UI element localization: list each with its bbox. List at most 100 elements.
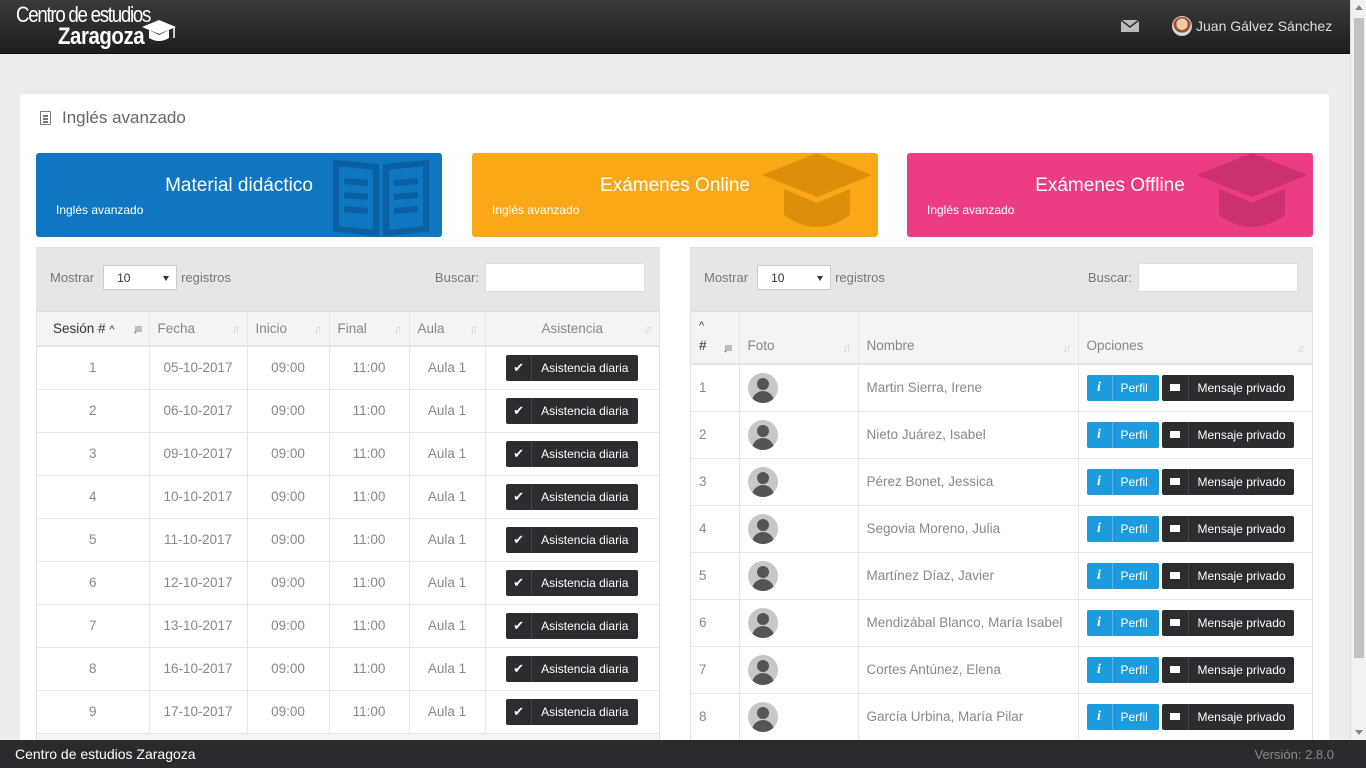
button-label: Perfil xyxy=(1120,615,1148,630)
mensaje-privado-button[interactable]: Mensaje privado xyxy=(1161,374,1294,401)
asistencia-diaria-button[interactable]: ✔ Asistencia diaria xyxy=(506,655,639,682)
sort-icon: ↓↑ xyxy=(313,321,323,336)
tile-subtitle: Inglés avanzado xyxy=(927,203,1015,217)
envelope-icon xyxy=(1162,656,1189,683)
scroll-down-arrow-icon[interactable] xyxy=(1355,730,1363,735)
cell-asistencia: ✔ Asistencia diaria xyxy=(485,389,659,433)
cell-sesion: 8 xyxy=(37,647,150,691)
cell-foto xyxy=(739,458,859,506)
cell-fecha: 10-10-2017 xyxy=(149,475,248,519)
column-header-fecha[interactable]: Fecha ↓↑ xyxy=(149,312,248,347)
cell-aula: Aula 1 xyxy=(409,346,486,390)
column-header-final[interactable]: Final ↓↑ xyxy=(329,312,410,347)
table-row: 5 11-10-2017 09:00 11:00 Aula 1 ✔ Asistencia d… xyxy=(37,518,659,562)
records-label: registros xyxy=(835,270,885,285)
cell-foto xyxy=(739,599,859,647)
cell-inicio: 09:00 xyxy=(247,604,330,648)
info-icon: i xyxy=(1087,468,1113,495)
perfil-button[interactable]: i Perfil xyxy=(1086,468,1159,495)
checkmark-icon: ✔ xyxy=(506,612,533,639)
table-controls: Mostrar 10 registros Buscar: xyxy=(691,248,1312,312)
scroll-up-arrow-icon[interactable] xyxy=(1355,5,1363,10)
search-input[interactable] xyxy=(485,263,645,292)
mail-icon[interactable] xyxy=(1121,20,1139,32)
mensaje-privado-button[interactable]: Mensaje privado xyxy=(1161,703,1294,730)
asistencia-diaria-button[interactable]: ✔ Asistencia diaria xyxy=(506,354,639,381)
cell-opciones: i Perfil Mensaje privado xyxy=(1078,458,1312,506)
column-header-sesion[interactable]: Sesión # ^ ↓≡ xyxy=(37,312,150,347)
column-header-inicio[interactable]: Inicio ↓↑ xyxy=(247,312,330,347)
version-label: Versión: 2.8.0 xyxy=(1254,747,1335,762)
table-row: 4 Segovia Moreno, Julia i Perfil Mensaje pri… xyxy=(691,505,1312,553)
table-row: 3 Pérez Bonet, Jessica i Perfil Mensaje priv… xyxy=(691,458,1312,506)
sort-icon: ↓↑ xyxy=(1297,341,1306,355)
page-title-text: Inglés avanzado xyxy=(62,108,186,127)
tile-title: Exámenes Online xyxy=(600,175,750,196)
tile-subtitle: Inglés avanzado xyxy=(56,203,144,217)
perfil-button[interactable]: i Perfil xyxy=(1086,374,1159,401)
cell-final: 11:00 xyxy=(329,432,410,476)
column-header-asistencia[interactable]: Asistencia ↓↑ xyxy=(485,312,659,347)
perfil-button[interactable]: i Perfil xyxy=(1086,703,1159,730)
tile-material-didactico[interactable]: Material didáctico Inglés avanzado xyxy=(36,153,442,237)
perfil-button[interactable]: i Perfil xyxy=(1086,609,1159,636)
mensaje-privado-button[interactable]: Mensaje privado xyxy=(1161,609,1294,636)
user-silhouette-icon xyxy=(747,607,778,638)
perfil-button[interactable]: i Perfil xyxy=(1086,421,1159,448)
user-name: Juan Gálvez Sánchez xyxy=(1196,18,1333,34)
tile-examenes-offline[interactable]: Exámenes Offline Inglés avanzado xyxy=(907,153,1313,237)
asistencia-diaria-button[interactable]: ✔ Asistencia diaria xyxy=(506,483,639,510)
cell-opciones: i Perfil Mensaje privado xyxy=(1078,411,1312,459)
column-header-opciones[interactable]: Opciones ↓↑ xyxy=(1078,312,1312,365)
mensaje-privado-button[interactable]: Mensaje privado xyxy=(1161,656,1294,683)
page-length-select[interactable]: 10 xyxy=(757,265,832,290)
envelope-icon xyxy=(1162,374,1189,401)
perfil-button[interactable]: i Perfil xyxy=(1086,562,1159,589)
mensaje-privado-button[interactable]: Mensaje privado xyxy=(1161,515,1294,542)
user-silhouette-icon xyxy=(747,513,778,544)
mensaje-privado-button[interactable]: Mensaje privado xyxy=(1161,562,1294,589)
asistencia-diaria-button[interactable]: ✔ Asistencia diaria xyxy=(506,440,639,467)
asistencia-diaria-button[interactable]: ✔ Asistencia diaria xyxy=(506,612,639,639)
column-header-number[interactable]: ^ # ↓≡ xyxy=(691,312,740,365)
footer: Centro de estudios Zaragoza Versión: 2.8… xyxy=(0,740,1366,768)
column-header-foto[interactable]: Foto ↓↑ xyxy=(739,312,859,365)
mensaje-privado-button[interactable]: Mensaje privado xyxy=(1161,468,1294,495)
checkmark-icon: ✔ xyxy=(506,397,533,424)
perfil-button[interactable]: i Perfil xyxy=(1086,515,1159,542)
sort-icon: ↓≡ xyxy=(132,321,142,336)
button-label: Asistencia diaria xyxy=(541,661,629,676)
cell-foto xyxy=(739,505,859,553)
page-scrollbar[interactable] xyxy=(1350,0,1366,740)
column-header-aula[interactable]: Aula ↓↑ xyxy=(409,312,486,347)
search-input[interactable] xyxy=(1138,263,1298,292)
cell-sesion: 4 xyxy=(37,475,150,519)
asistencia-diaria-button[interactable]: ✔ Asistencia diaria xyxy=(506,698,639,725)
user-menu[interactable]: Juan Gálvez Sánchez xyxy=(1172,16,1332,36)
scrollbar-thumb[interactable] xyxy=(1354,18,1364,658)
perfil-button[interactable]: i Perfil xyxy=(1086,656,1159,683)
sort-icon: ↓↑ xyxy=(469,321,479,336)
cell-inicio: 09:00 xyxy=(247,389,330,433)
mensaje-privado-button[interactable]: Mensaje privado xyxy=(1161,421,1294,448)
button-label: Asistencia diaria xyxy=(541,446,629,461)
column-header-nombre[interactable]: Nombre ↓↑ xyxy=(858,312,1079,365)
table-row: 3 09-10-2017 09:00 11:00 Aula 1 ✔ Asistencia d… xyxy=(37,432,659,476)
info-icon: i xyxy=(1087,515,1113,542)
search-label: Buscar: xyxy=(434,270,479,285)
table-row: 5 Martínez Díaz, Javier i Perfil Mensaje pri… xyxy=(691,552,1312,600)
asistencia-diaria-button[interactable]: ✔ Asistencia diaria xyxy=(506,397,639,424)
cell-final: 11:00 xyxy=(329,475,410,519)
table-row: 1 05-10-2017 09:00 11:00 Aula 1 ✔ Asistencia d… xyxy=(37,346,659,390)
asistencia-diaria-button[interactable]: ✔ Asistencia diaria xyxy=(506,526,639,553)
cell-fecha: 12-10-2017 xyxy=(149,561,248,605)
button-label: Perfil xyxy=(1120,427,1148,442)
button-label: Perfil xyxy=(1120,521,1148,536)
tile-examenes-online[interactable]: Exámenes Online Inglés avanzado xyxy=(472,153,878,237)
logo[interactable]: Centro de estudios Zaragoza xyxy=(16,4,176,49)
page-length-select[interactable]: 10 xyxy=(103,265,178,290)
info-icon: i xyxy=(1087,656,1113,683)
asistencia-diaria-button[interactable]: ✔ Asistencia diaria xyxy=(506,569,639,596)
checkmark-icon: ✔ xyxy=(506,569,533,596)
table-search: Buscar: xyxy=(1088,263,1298,292)
